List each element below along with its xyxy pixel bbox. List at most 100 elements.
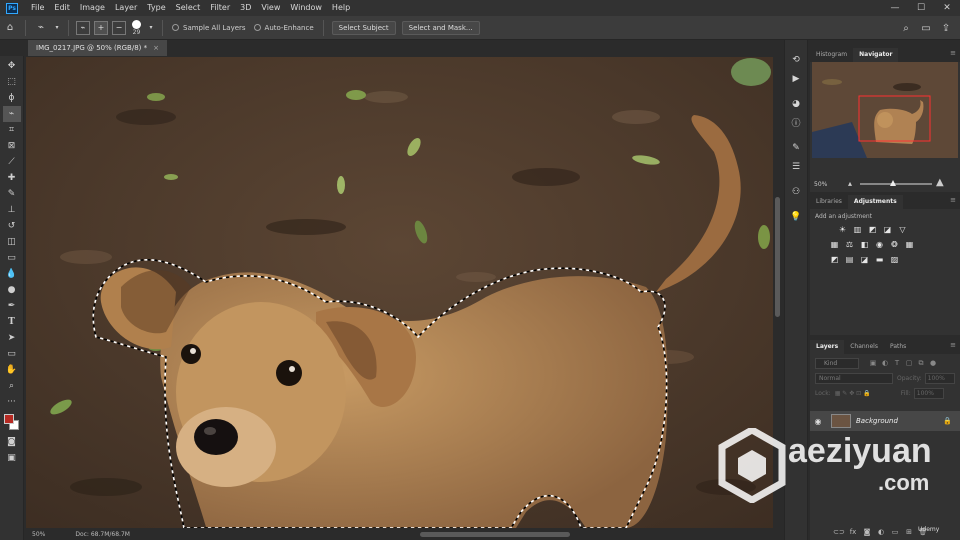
- pixel-filter-icon[interactable]: ▣: [867, 359, 879, 368]
- horizontal-scroll-thumb[interactable]: [420, 532, 570, 537]
- exposure-icon[interactable]: ◪: [881, 224, 894, 235]
- search-icon[interactable]: ⌕: [898, 20, 914, 36]
- link-layers-icon[interactable]: ⊂⊃: [832, 528, 846, 536]
- tab-layers[interactable]: Layers: [810, 340, 845, 354]
- blend-mode-select[interactable]: Normal: [815, 373, 893, 384]
- learn-icon[interactable]: 💡: [787, 208, 805, 225]
- vertical-scroll-thumb[interactable]: [775, 197, 780, 317]
- app-logo[interactable]: Ps: [6, 2, 18, 14]
- menu-window[interactable]: Window: [285, 0, 327, 16]
- character-icon[interactable]: ⚇: [787, 183, 805, 200]
- chevron-down-icon[interactable]: ▾: [147, 20, 155, 36]
- auto-enhance-checkbox[interactable]: Auto-Enhance: [253, 24, 314, 32]
- actions-icon[interactable]: ▶: [787, 70, 805, 87]
- navigator-zoom-value[interactable]: 50%: [814, 181, 827, 188]
- properties-icon[interactable]: ☰: [787, 158, 805, 175]
- add-mask-icon[interactable]: ◙: [860, 528, 874, 536]
- brush-settings-icon[interactable]: ✎: [787, 139, 805, 156]
- quick-selection-tool-icon[interactable]: ⌁: [2, 106, 21, 122]
- fill-input[interactable]: 100%: [913, 388, 944, 399]
- foreground-color-swatch[interactable]: [3, 414, 14, 424]
- document-tab[interactable]: IMG_0217.JPG @ 50% (RGB/8) * ×: [28, 40, 167, 56]
- panel-menu-icon[interactable]: ≡: [950, 196, 956, 204]
- add-to-selection-icon[interactable]: +: [94, 20, 108, 35]
- tab-paths[interactable]: Paths: [884, 340, 912, 354]
- menu-edit[interactable]: Edit: [49, 0, 75, 16]
- workspace-icon[interactable]: ▭: [918, 20, 934, 36]
- close-icon[interactable]: ×: [153, 40, 159, 56]
- levels-icon[interactable]: ▥: [851, 224, 864, 235]
- sample-all-layers-checkbox[interactable]: Sample All Layers: [172, 24, 246, 32]
- photo-filter-icon[interactable]: ◉: [873, 239, 886, 250]
- frame-tool-icon[interactable]: ⊠: [3, 138, 21, 154]
- slider-knob[interactable]: [890, 180, 896, 186]
- zoom-out-icon[interactable]: ▴: [848, 179, 852, 188]
- threshold-icon[interactable]: ◪: [858, 254, 871, 265]
- screen-mode-icon[interactable]: ▣: [3, 450, 21, 466]
- gradient-map-icon[interactable]: ▬: [873, 254, 886, 265]
- shape-tool-icon[interactable]: ▭: [3, 346, 21, 362]
- pen-tool-icon[interactable]: ✒: [3, 298, 21, 314]
- path-selection-tool-icon[interactable]: ➤: [3, 330, 21, 346]
- color-balance-icon[interactable]: ⚖: [843, 239, 856, 250]
- new-layer-icon[interactable]: ⊞: [902, 528, 916, 536]
- doc-info[interactable]: Doc: 68.7M/68.7M: [75, 531, 130, 538]
- tab-histogram[interactable]: Histogram: [810, 48, 853, 62]
- black-white-icon[interactable]: ◧: [858, 239, 871, 250]
- selective-color-icon[interactable]: ▨: [888, 254, 901, 265]
- marquee-tool-icon[interactable]: ⬚: [3, 74, 21, 90]
- panel-menu-icon[interactable]: ≡: [950, 49, 956, 57]
- menu-filter[interactable]: Filter: [205, 0, 235, 16]
- quick-selection-preset-icon[interactable]: ⌁: [33, 20, 49, 36]
- navigator-zoom-slider[interactable]: [860, 180, 932, 186]
- tab-adjustments[interactable]: Adjustments: [847, 195, 903, 209]
- hue-saturation-icon[interactable]: ▦: [828, 239, 841, 250]
- eye-icon[interactable]: ◉: [810, 417, 826, 426]
- new-adjustment-icon[interactable]: ◐: [874, 528, 888, 536]
- hand-tool-icon[interactable]: ✋: [3, 362, 21, 378]
- new-group-icon[interactable]: ▭: [888, 528, 902, 536]
- color-swatches[interactable]: [2, 412, 22, 434]
- home-icon[interactable]: ⌂: [2, 20, 18, 36]
- info-icon[interactable]: ⓘ: [787, 114, 805, 131]
- layer-filter-kind[interactable]: Kind: [815, 358, 859, 369]
- channel-mixer-icon[interactable]: ❂: [888, 239, 901, 250]
- menu-image[interactable]: Image: [75, 0, 110, 16]
- navigator-thumbnail[interactable]: [812, 62, 958, 158]
- layer-style-icon[interactable]: fx: [846, 528, 860, 536]
- clone-stamp-tool-icon[interactable]: ⊥: [3, 202, 21, 218]
- eraser-tool-icon[interactable]: ◫: [3, 234, 21, 250]
- posterize-icon[interactable]: ▤: [843, 254, 856, 265]
- horizontal-scrollbar[interactable]: [170, 529, 773, 540]
- adjustment-filter-icon[interactable]: ◐: [879, 359, 891, 368]
- tab-navigator[interactable]: Navigator: [853, 48, 899, 62]
- brightness-contrast-icon[interactable]: ☀: [836, 224, 849, 235]
- zoom-in-icon[interactable]: ▲: [936, 177, 944, 188]
- select-subject-button[interactable]: Select Subject: [331, 20, 396, 35]
- lock-icon[interactable]: 🔒: [943, 417, 952, 425]
- lock-icons[interactable]: ▦ ✎ ✥ ⊡ 🔒: [835, 388, 897, 399]
- dodge-tool-icon[interactable]: ●: [3, 282, 21, 298]
- menu-3d[interactable]: 3D: [235, 0, 256, 16]
- color-icon[interactable]: ◕: [787, 95, 805, 112]
- new-selection-icon[interactable]: ⌁: [76, 20, 90, 35]
- opacity-input[interactable]: 100%: [924, 373, 955, 384]
- tab-libraries[interactable]: Libraries: [810, 195, 848, 209]
- blur-tool-icon[interactable]: 💧: [3, 266, 21, 282]
- panel-menu-icon[interactable]: ≡: [950, 341, 956, 349]
- layer-name[interactable]: Background: [856, 417, 943, 425]
- move-tool-icon[interactable]: ✥: [3, 58, 21, 74]
- menu-select[interactable]: Select: [171, 0, 206, 16]
- zoom-level[interactable]: 50%: [32, 531, 45, 538]
- menu-type[interactable]: Type: [142, 0, 170, 16]
- minimize-button[interactable]: —: [882, 0, 908, 16]
- type-tool-icon[interactable]: T: [3, 314, 21, 330]
- gradient-tool-icon[interactable]: ▭: [3, 250, 21, 266]
- invert-icon[interactable]: ◩: [828, 254, 841, 265]
- menu-layer[interactable]: Layer: [110, 0, 142, 16]
- chevron-down-icon[interactable]: ▾: [53, 20, 61, 36]
- more-tools-icon[interactable]: ···: [3, 394, 21, 410]
- history-icon[interactable]: ⟲: [787, 51, 805, 68]
- select-and-mask-button[interactable]: Select and Mask...: [401, 20, 480, 35]
- brush-tool-icon[interactable]: ✎: [3, 186, 21, 202]
